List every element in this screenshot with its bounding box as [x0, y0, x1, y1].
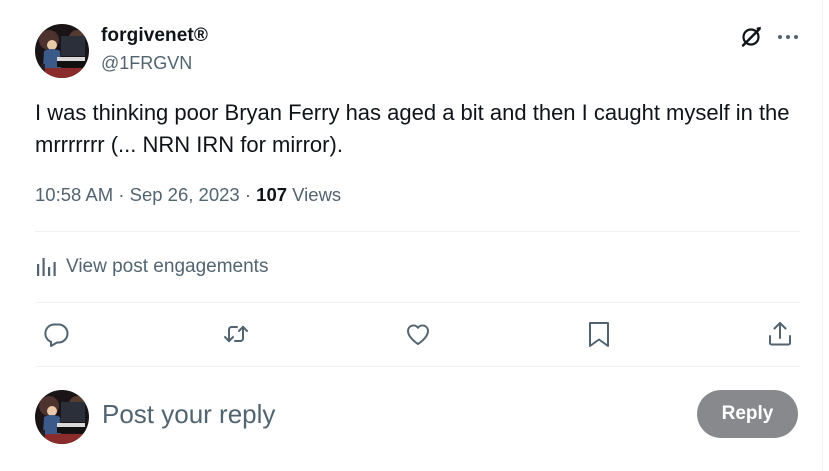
- engagements-label: View post engagements: [66, 256, 269, 277]
- divider: [35, 231, 800, 232]
- more-icon[interactable]: [776, 28, 800, 46]
- views-count: 107: [256, 184, 288, 205]
- divider: [35, 302, 800, 303]
- reply-input[interactable]: [102, 396, 662, 432]
- like-icon[interactable]: [404, 320, 432, 348]
- author-avatar[interactable]: [35, 24, 89, 78]
- analytics-bar-icon: [37, 258, 56, 276]
- repost-icon[interactable]: [222, 320, 250, 348]
- user-avatar[interactable]: [35, 390, 89, 444]
- post-date[interactable]: Sep 26, 2023: [130, 184, 240, 205]
- view-engagements-link[interactable]: View post engagements: [35, 254, 268, 280]
- views-label: Views: [292, 184, 342, 205]
- right-border: [822, 0, 823, 471]
- divider: [35, 366, 800, 367]
- share-icon[interactable]: [766, 320, 794, 348]
- author-handle[interactable]: @1FRGVN: [101, 53, 192, 74]
- grok-icon[interactable]: [740, 26, 762, 48]
- reply-button[interactable]: Reply: [697, 390, 798, 438]
- bookmark-icon[interactable]: [585, 320, 613, 348]
- post-text: I was thinking poor Bryan Ferry has aged…: [35, 100, 790, 157]
- reply-icon[interactable]: [42, 320, 70, 348]
- meta-separator: ·: [118, 184, 125, 205]
- post-time[interactable]: 10:58 AM: [35, 184, 113, 205]
- author-display-name[interactable]: forgivenet®: [101, 25, 208, 47]
- post-meta: 10:58 AM · Sep 26, 2023 · 107 Views: [35, 184, 341, 206]
- meta-separator: ·: [244, 184, 252, 205]
